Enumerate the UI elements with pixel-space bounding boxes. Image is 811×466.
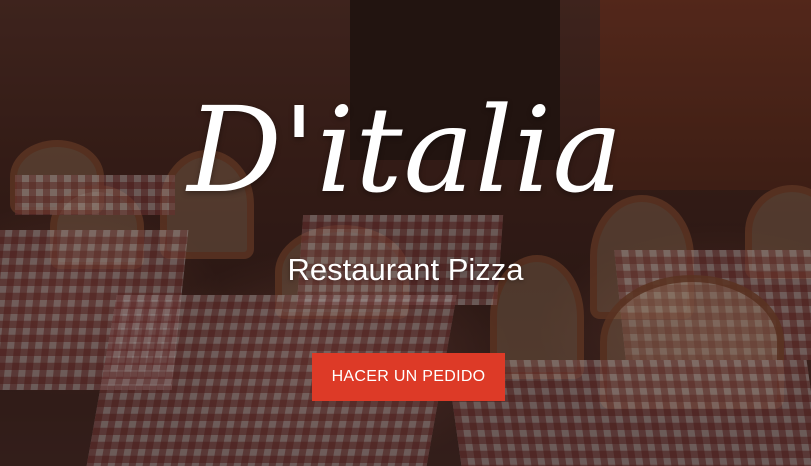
hero-content: D'italia Restaurant Pizza HACER UN PEDID… [0,0,811,466]
brand-logo-text: D'italia [187,81,624,219]
hero-tagline: Restaurant Pizza [287,252,524,287]
hero-section: D'italia Restaurant Pizza HACER UN PEDID… [0,0,811,466]
order-button[interactable]: HACER UN PEDIDO [312,353,505,401]
